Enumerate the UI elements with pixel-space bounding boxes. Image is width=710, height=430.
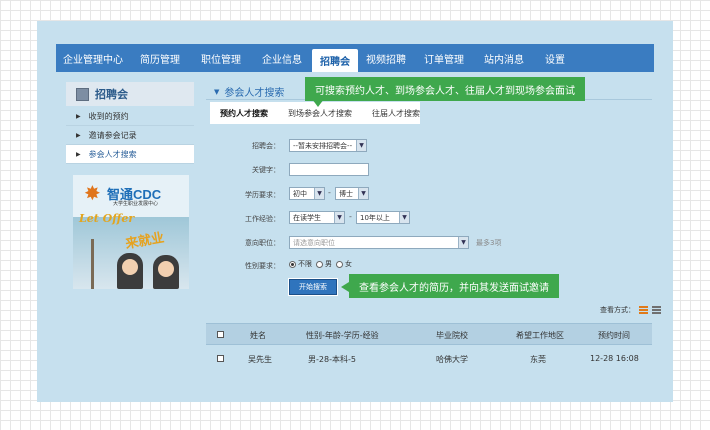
chevron-down-icon: ▼: [356, 140, 366, 151]
nav-item-resume[interactable]: 简历管理: [130, 44, 190, 72]
logo-star-icon: ✸: [84, 181, 101, 205]
keyword-input[interactable]: [289, 163, 369, 176]
search-button[interactable]: 开始搜索: [288, 278, 338, 296]
cell-name[interactable]: 吴先生: [248, 354, 272, 365]
tip-banner-resume: 查看参会人才的简历，并向其发送面试邀请: [349, 274, 559, 298]
ad-banner[interactable]: ✸ 智通CDC 大学生职业发展中心 Let Offer 来就业: [73, 175, 189, 289]
cell-time: 12-28 16:08: [590, 354, 639, 363]
experience-from-select[interactable]: 在读学生 ▼: [289, 211, 345, 224]
triangle-down-icon: ▼: [214, 87, 220, 96]
grid-view-icon[interactable]: [652, 306, 661, 314]
nav-item-enterprise-center[interactable]: 企业管理中心: [56, 44, 130, 72]
cell-school: 哈佛大学: [436, 355, 468, 364]
job-fair-icon: [76, 87, 89, 101]
chevron-right-icon: ▶: [76, 131, 81, 139]
gender-option-label: 女: [345, 260, 352, 268]
chevron-down-icon: ▼: [358, 188, 368, 199]
sidebar-title: 招聘会: [66, 82, 194, 106]
column-header-info: 性别-年龄-学历-经验: [306, 331, 379, 340]
ad-bubble-text: Let Offer: [79, 212, 135, 225]
row-checkbox[interactable]: [217, 355, 224, 362]
signpost-image: [91, 239, 94, 289]
nav-item-job-fair[interactable]: 招聘会: [312, 49, 358, 72]
experience-to-value: 10年以上: [360, 213, 390, 222]
sidebar-item-label: 参会人才搜索: [88, 149, 137, 159]
chevron-down-icon: ▼: [399, 212, 409, 223]
sidebar-title-label: 招聘会: [95, 88, 128, 101]
chevron-right-icon: ▶: [76, 150, 81, 158]
section-title-label: 参会人才搜索: [224, 88, 285, 99]
nav-item-orders[interactable]: 订单管理: [414, 44, 474, 72]
person-face-image: [158, 261, 174, 277]
list-view-icon[interactable]: [639, 306, 648, 314]
nav-item-messages[interactable]: 站内消息: [474, 44, 534, 72]
education-from-value: 初中: [293, 189, 307, 198]
nav-item-video-recruit[interactable]: 视频招聘: [358, 44, 414, 72]
cell-area: 东莞: [530, 355, 546, 364]
select-all-checkbox[interactable]: [217, 331, 224, 338]
experience-to-select[interactable]: 10年以上 ▼: [356, 211, 410, 224]
gender-radio-female[interactable]: [336, 260, 343, 268]
view-mode-label: 查看方式：: [600, 306, 635, 314]
gender-radio-group: 不限 男 女: [289, 259, 352, 269]
education-to-value: 博士: [339, 189, 353, 198]
view-mode: 查看方式：: [600, 305, 661, 315]
position-placeholder: 请选意向职位: [293, 238, 335, 247]
position-select[interactable]: 请选意向职位 ▼: [289, 236, 469, 249]
range-dash: -: [349, 212, 352, 221]
experience-from-value: 在读学生: [293, 213, 321, 222]
range-dash: -: [328, 188, 331, 197]
ad-logo-subtitle: 大学生职业发展中心: [113, 201, 159, 207]
keyword-label: 关键字：: [252, 166, 280, 174]
education-from-select[interactable]: 初中 ▼: [289, 187, 325, 200]
nav-item-jobs[interactable]: 职位管理: [190, 44, 252, 72]
table-row[interactable]: 吴先生 男-28-本科-5 哈佛大学 东莞 12-28 16:08: [206, 348, 652, 370]
tab-appointment-search[interactable]: 预约人才搜索: [210, 108, 278, 119]
gender-radio-any[interactable]: [289, 260, 296, 268]
experience-label: 工作经验：: [245, 215, 280, 223]
cell-info: 男-28-本科-5: [308, 355, 356, 364]
column-header-school: 毕业院校: [436, 331, 468, 340]
sidebar-item-talent-search[interactable]: ▶ 参会人才搜索: [66, 145, 194, 164]
column-header-time: 预约时间: [598, 331, 630, 340]
column-header-name: 姓名: [250, 331, 266, 340]
education-to-select[interactable]: 博士 ▼: [335, 187, 369, 200]
person-face-image: [122, 259, 138, 275]
sidebar-item-label: 邀请参会记录: [88, 130, 137, 140]
position-hint: 最多3项: [476, 239, 502, 247]
sidebar-item-label: 收到的预约: [88, 111, 129, 121]
tab-onsite-search[interactable]: 到场参会人才搜索: [278, 108, 362, 119]
gender-radio-male[interactable]: [316, 260, 323, 268]
sidebar-list: ▶ 收到的预约 ▶ 邀请参会记录 ▶ 参会人才搜索: [66, 107, 194, 164]
column-header-area: 希望工作地区: [516, 331, 564, 340]
chevron-down-icon: ▼: [314, 188, 324, 199]
chevron-right-icon: ▶: [76, 112, 81, 120]
nav-item-settings[interactable]: 设置: [534, 44, 576, 72]
position-label: 意向职位：: [245, 239, 280, 247]
gender-label: 性别要求：: [245, 262, 280, 270]
section-title: ▼ 参会人才搜索: [214, 84, 285, 100]
sidebar-item-invitation-records[interactable]: ▶ 邀请参会记录: [66, 126, 194, 145]
fair-select[interactable]: --暂未安排招聘会-- ▼: [289, 139, 367, 152]
education-label: 学历要求：: [245, 191, 280, 199]
gender-option-label: 不限: [298, 260, 312, 268]
top-navigation: 企业管理中心 简历管理 职位管理 企业信息 招聘会 视频招聘 订单管理 站内消息…: [56, 44, 654, 72]
tip-pointer: [312, 99, 324, 107]
fair-label: 招聘会：: [252, 142, 280, 150]
nav-item-company-info[interactable]: 企业信息: [252, 44, 312, 72]
tip-banner-search: 可搜索预约人才、到场参会人才、往届人才到现场参会面试: [305, 77, 585, 101]
chevron-down-icon: ▼: [334, 212, 344, 223]
gender-option-label: 男: [325, 260, 332, 268]
chevron-down-icon: ▼: [458, 237, 468, 248]
table-header: 姓名 性别-年龄-学历-经验 毕业院校 希望工作地区 预约时间: [206, 323, 652, 345]
fair-select-value: --暂未安排招聘会--: [293, 141, 353, 150]
sidebar-item-received-appointments[interactable]: ▶ 收到的预约: [66, 107, 194, 126]
tab-past-search[interactable]: 往届人才搜索: [362, 108, 430, 119]
tip-pointer: [341, 282, 349, 292]
